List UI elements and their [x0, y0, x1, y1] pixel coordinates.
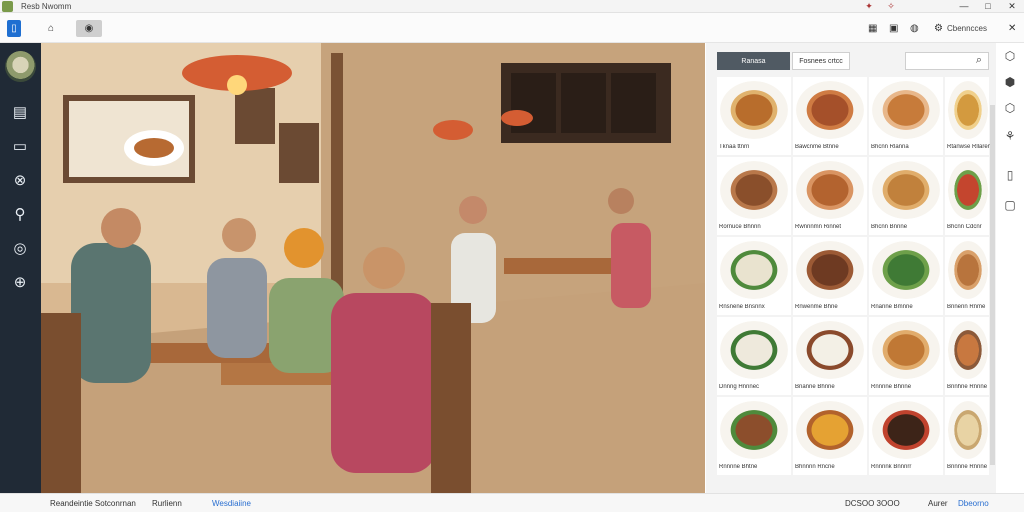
status-text-secondary: Rurlienn	[152, 499, 182, 508]
tab-menu[interactable]: Ranasa	[717, 52, 790, 70]
sparkle-icon[interactable]: ✦	[858, 0, 880, 13]
sidebar-item-store[interactable]: ▭	[9, 135, 31, 157]
minimize-button[interactable]: —	[952, 0, 976, 13]
panel-scrollbar[interactable]	[990, 105, 995, 465]
status-zoom: DCSOO 3OOO	[845, 499, 900, 508]
sidebar-item-explore[interactable]: ⊗	[9, 169, 31, 191]
dish-card[interactable]: Rnwenme Bhne	[793, 237, 867, 315]
status-bar: Reandeintie Sotconrnan Rurlienn Wesdiaii…	[0, 493, 1024, 512]
sidebar-item-gallery[interactable]: ▤	[9, 101, 31, 123]
dish-card[interactable]: Rtanwse Rllaren	[945, 77, 991, 155]
dish-caption: Rnnnne Bhnne	[871, 384, 912, 390]
gallery-icon: ▤	[12, 104, 28, 121]
dish-card[interactable]: Bhnnnn Rncne	[793, 397, 867, 475]
dish-card[interactable]: Dnnng Hnnnec	[717, 317, 791, 395]
menu-panel: Ranasa Fosnees crtcc ⌕ Tknaa ttnrn Bawcn…	[706, 43, 996, 493]
status-text-primary: Reandeintie Sotconrnan	[50, 499, 136, 508]
left-sidebar: ▤ ▭ ⊗ ⚲ ◎ ⊕	[0, 43, 41, 512]
search-box[interactable]: ⌕	[905, 52, 989, 70]
status-author-label: Aurer	[928, 499, 948, 508]
dish-caption: Dnnng Hnnnec	[719, 384, 760, 390]
sidebar-toggle-button[interactable]: ▯	[7, 20, 21, 37]
sidebar-item-history[interactable]: ◎	[9, 237, 31, 259]
gear-icon: ⚙	[934, 23, 943, 34]
dish-card[interactable]: Bnnhne Rnnne	[945, 317, 989, 395]
shape-icon[interactable]: ⬡	[1002, 101, 1018, 117]
home-icon[interactable]: ⌂	[42, 20, 60, 37]
right-rail: ⬡ ⬢ ⬡ ⚘ ▯ ▢	[996, 43, 1024, 493]
dish-caption: Rnnnne Bhtne	[719, 464, 758, 470]
dish-card[interactable]: Rornuce Bhnnn	[717, 157, 791, 235]
settings-button[interactable]: ⚙ Cbenncces	[934, 20, 987, 37]
layers-icon[interactable]: ⬢	[1002, 75, 1018, 91]
dish-caption: Rnsnene Bnsnnx	[719, 304, 765, 310]
avatar[interactable]	[5, 51, 36, 82]
dish-card[interactable]: Rnsnene Bnsnnx	[717, 237, 791, 315]
grid-view-icon[interactable]: ▦	[868, 20, 877, 37]
dish-card[interactable]: Rwnnnmn Rinnet	[793, 157, 867, 235]
dish-card[interactable]: Rnnnne Bhtne	[717, 397, 791, 475]
world-icon: ⊕	[13, 274, 27, 291]
status-author-link[interactable]: Dbeorno	[958, 499, 989, 508]
dish-card[interactable]: Bhcnn Bnnne	[869, 157, 943, 235]
dish-card[interactable]: Bhcnn Cdcnr	[945, 157, 989, 235]
dish-caption: Bnanne Bhnne	[795, 384, 835, 390]
sidebar-item-world[interactable]: ⊕	[9, 271, 31, 293]
maximize-button[interactable]: □	[976, 0, 1000, 13]
image-view-icon[interactable]: ▣	[889, 20, 898, 37]
dish-caption: Bhcnn Bnnne	[871, 224, 908, 230]
extensions-icon[interactable]: ⬡	[1002, 49, 1018, 65]
dish-caption: Bhcnn Rlanna	[871, 144, 909, 150]
settings-label: Cbenncces	[946, 24, 987, 33]
location-button[interactable]: ◉	[76, 20, 102, 37]
phone-icon[interactable]: ▯	[1002, 168, 1018, 184]
dish-caption: Rnwenme Bhne	[795, 304, 838, 310]
search-icon[interactable]: ⌕	[976, 54, 982, 67]
restaurant-scene-image	[41, 43, 705, 493]
dish-caption: Rornuce Bhnnn	[719, 224, 761, 230]
dish-caption: Bhnnnn Rncne	[795, 464, 835, 470]
status-link[interactable]: Wesdiaiine	[212, 499, 251, 508]
history-icon: ◎	[13, 240, 27, 257]
dish-caption: Rnanne Bmnne	[871, 304, 913, 310]
restaurant-illustration	[41, 43, 705, 493]
dish-caption: Tknaa ttnrn	[719, 144, 750, 150]
close-panel-button[interactable]: ✕	[1008, 20, 1016, 37]
dish-card[interactable]: Bhcnn Rlanna	[869, 77, 943, 155]
dish-card[interactable]: Bnnnne Rnnne	[945, 397, 989, 475]
toolbar: ▯ ⌂ ◉ ▦ ▣ ◍ ⚙ Cbenncces ✕	[0, 13, 1024, 43]
sidebar-item-search[interactable]: ⚲	[9, 203, 31, 225]
dish-caption: Bawcnme Btnne	[795, 144, 839, 150]
dish-card[interactable]: Bawcnme Btnne	[793, 77, 867, 155]
dish-card[interactable]: Bnnenn Rnme	[945, 237, 989, 315]
dish-caption: Rwnnnmn Rinnet	[795, 224, 842, 230]
window-title: Resb Nwomm	[21, 1, 72, 11]
title-bar: Resb Nwomm ✦ ✧ — □ ✕	[0, 0, 1024, 13]
globe-icon[interactable]: ◍	[910, 20, 919, 37]
dish-caption: Rnnnnk Bnnnrr	[871, 464, 912, 470]
app-logo-icon	[2, 0, 13, 12]
tab-favorites[interactable]: Fosnees crtcc	[792, 52, 850, 70]
share-icon[interactable]: ⚘	[1002, 129, 1018, 145]
frame-icon[interactable]: ▢	[1002, 198, 1018, 214]
dish-card[interactable]: Rnanne Bmnne	[869, 237, 943, 315]
compass-icon: ⊗	[13, 172, 27, 189]
store-icon: ▭	[12, 138, 28, 155]
dish-card[interactable]: Rnnnnk Bnnnrr	[869, 397, 943, 475]
dish-card[interactable]: Rnnnne Bhnne	[869, 317, 943, 395]
search-input[interactable]	[908, 55, 962, 67]
magnifier-icon: ⚲	[14, 206, 26, 223]
close-window-button[interactable]: ✕	[1000, 0, 1024, 13]
dish-card[interactable]: Tknaa ttnrn	[717, 77, 791, 155]
dish-card[interactable]: Bnanne Bhnne	[793, 317, 867, 395]
pin-icon[interactable]: ✧	[880, 0, 902, 13]
